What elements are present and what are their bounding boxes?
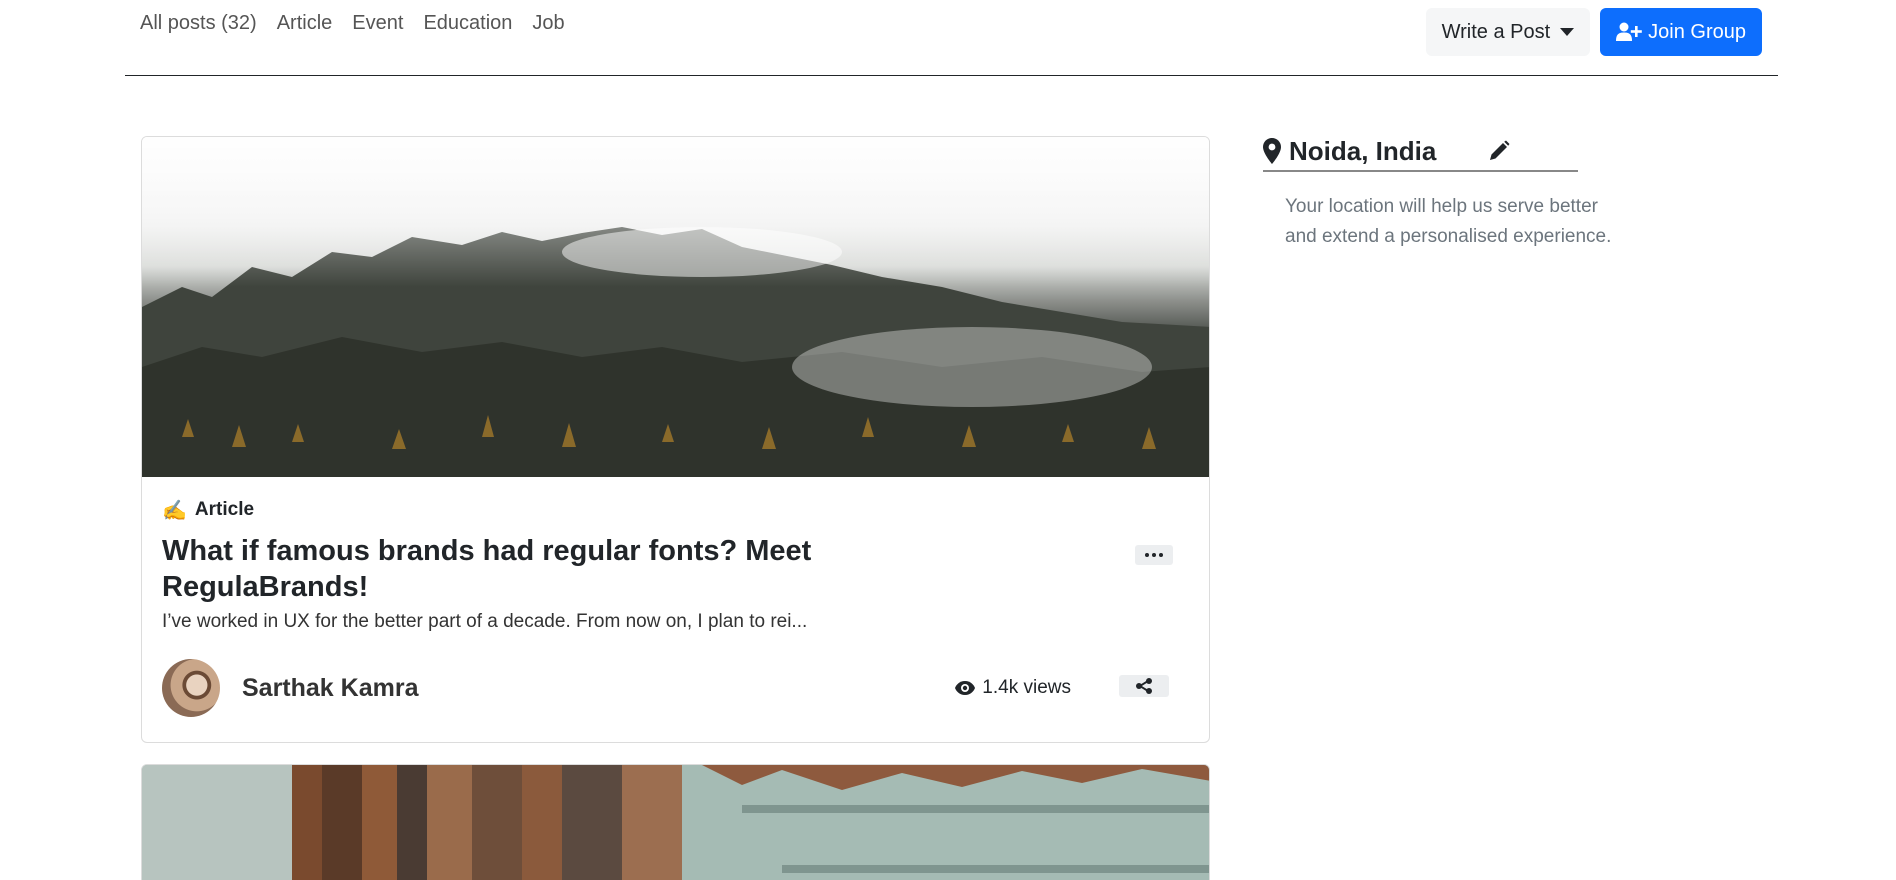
write-post-button[interactable]: Write a Post xyxy=(1425,8,1591,56)
share-button[interactable] xyxy=(1119,675,1169,697)
post-views: 1.4k views xyxy=(954,677,1071,699)
tab-education[interactable]: Education xyxy=(423,12,512,35)
post-card[interactable] xyxy=(141,764,1210,880)
post-type-tag: ✍️ Article xyxy=(162,497,1189,523)
user-plus-icon xyxy=(1616,22,1642,42)
writing-hand-icon: ✍️ xyxy=(162,499,187,522)
tab-job[interactable]: Job xyxy=(532,12,564,35)
author-name[interactable]: Sarthak Kamra xyxy=(242,674,418,703)
post-more-options-button[interactable] xyxy=(1135,545,1173,565)
post-card-body: ✍️ Article What if famous brands had reg… xyxy=(142,477,1209,635)
post-title[interactable]: What if famous brands had regular fonts?… xyxy=(162,533,922,605)
post-footer: Sarthak Kamra 1.4k views xyxy=(162,659,1189,717)
location-name: Noida, India xyxy=(1289,135,1437,166)
post-type-label: Article xyxy=(194,499,255,520)
write-post-label: Write a Post xyxy=(1441,20,1551,43)
tab-event[interactable]: Event xyxy=(352,12,403,35)
post-card[interactable]: ✍️ Article What if famous brands had reg… xyxy=(141,136,1210,743)
header-divider xyxy=(125,75,1778,76)
post-filter-tabs: All posts (32) Article Event Education J… xyxy=(140,12,565,35)
author-avatar[interactable] xyxy=(162,659,220,717)
post-excerpt: I’ve worked in UX for the better part of… xyxy=(162,611,808,632)
tab-article[interactable]: Article xyxy=(277,12,333,35)
location-widget: Noida, India Your location will help us … xyxy=(1263,136,1611,252)
header-actions: Write a Post Join Group xyxy=(1425,8,1762,56)
views-count: 1.4k views xyxy=(982,677,1071,698)
tab-all-posts[interactable]: All posts (32) xyxy=(140,12,257,35)
eye-icon xyxy=(954,680,976,696)
dot-icon xyxy=(1152,553,1156,557)
pencil-icon[interactable] xyxy=(1488,140,1510,162)
join-group-label: Join Group xyxy=(1648,20,1746,43)
share-icon xyxy=(1135,677,1153,695)
location-description: Your location will help us serve better … xyxy=(1285,196,1612,247)
post-cover-image xyxy=(142,765,1209,880)
location-header: Noida, India xyxy=(1263,136,1578,172)
dot-icon xyxy=(1145,553,1149,557)
join-group-button[interactable]: Join Group xyxy=(1600,8,1762,56)
post-cover-image xyxy=(142,137,1209,477)
caret-down-icon xyxy=(1560,28,1575,36)
map-pin-icon xyxy=(1263,138,1281,164)
dot-icon xyxy=(1159,553,1163,557)
